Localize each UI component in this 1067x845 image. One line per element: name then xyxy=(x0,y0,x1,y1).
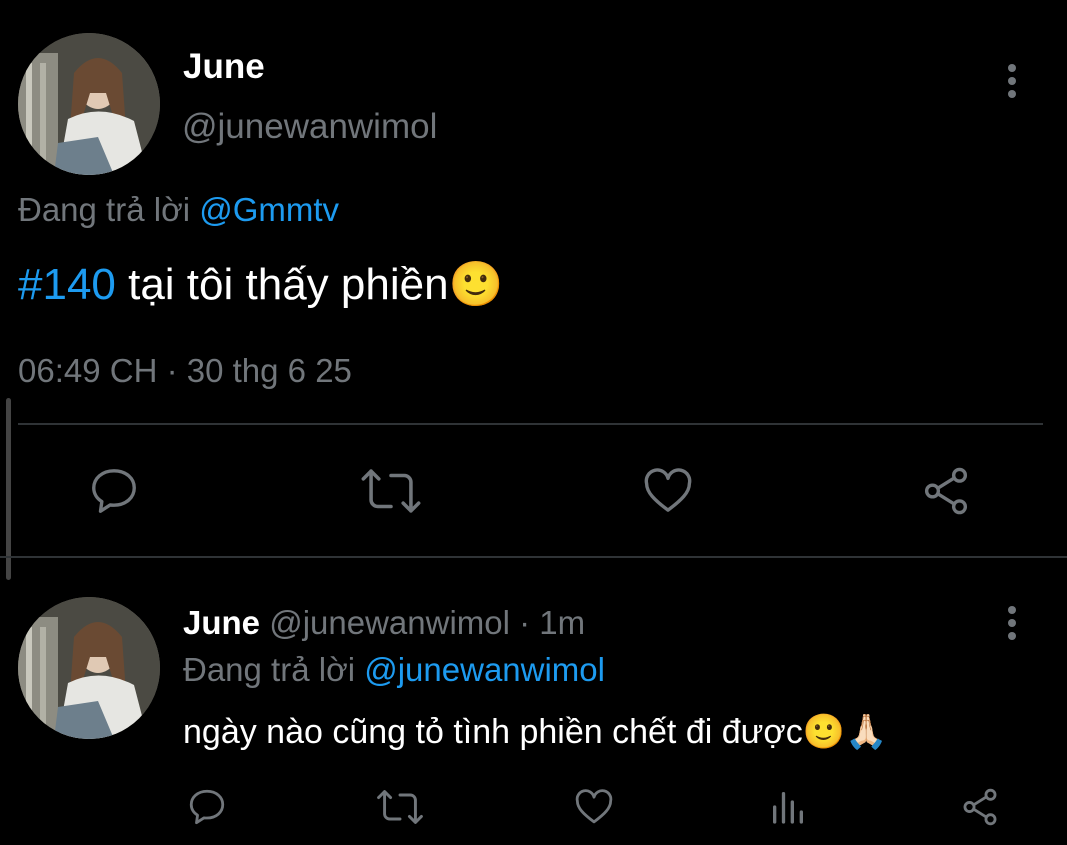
replying-to-line: Đang trả lời @junewanwimol xyxy=(183,651,605,689)
avatar[interactable] xyxy=(18,597,160,739)
divider xyxy=(18,423,1043,425)
replying-to-link[interactable]: @junewanwimol xyxy=(364,651,605,688)
heart-icon xyxy=(644,468,692,512)
replying-to-link[interactable]: @Gmmtv xyxy=(199,191,339,228)
reply-icon xyxy=(92,469,136,513)
more-vertical-icon xyxy=(1008,606,1016,640)
timestamp-separator: · xyxy=(157,352,187,389)
author-name[interactable]: June xyxy=(183,604,260,641)
analytics-icon xyxy=(773,792,803,824)
tweet-text: #140 tại tôi thấy phiền🙂 xyxy=(18,258,503,310)
share-button[interactable] xyxy=(958,786,1002,833)
tweet-date[interactable]: 30 thg 6 25 xyxy=(187,352,352,389)
retweet-button[interactable] xyxy=(360,464,422,523)
reply-button[interactable] xyxy=(186,786,228,833)
tweet-body: tại tôi thấy phiền🙂 xyxy=(115,260,504,309)
author-name[interactable]: June xyxy=(183,47,265,87)
tweet-text: ngày nào cũng tỏ tình phiền chết đi được… xyxy=(183,713,888,751)
author-handle[interactable]: @junewanwimol xyxy=(182,107,437,147)
replying-prefix: Đang trả lời xyxy=(18,191,191,228)
share-icon xyxy=(963,788,997,826)
avatar-image xyxy=(18,597,160,739)
reply-icon xyxy=(189,789,225,825)
more-options-button[interactable] xyxy=(1000,604,1024,647)
tweet-age[interactable]: 1m xyxy=(539,604,585,641)
timestamp-line: 06:49 CH · 30 thg 6 25 xyxy=(18,352,352,390)
author-handle[interactable]: @junewanwimol xyxy=(269,604,510,641)
avatar-image xyxy=(18,33,160,175)
share-button[interactable] xyxy=(918,464,974,523)
reply-button[interactable] xyxy=(87,464,141,523)
more-options-button[interactable] xyxy=(1000,62,1024,105)
more-vertical-icon xyxy=(1008,64,1016,98)
retweet-icon xyxy=(377,790,423,824)
avatar[interactable] xyxy=(18,33,160,175)
share-icon xyxy=(924,467,968,515)
like-button[interactable] xyxy=(573,786,615,833)
retweet-button[interactable] xyxy=(376,786,424,833)
replying-prefix: Đang trả lời xyxy=(183,651,356,688)
meta-separator: · xyxy=(509,604,540,641)
tweet-separator xyxy=(0,556,1067,558)
scrollbar[interactable] xyxy=(6,398,11,580)
retweet-icon xyxy=(361,469,421,513)
reply-header: June @junewanwimol · 1m xyxy=(183,604,585,642)
like-button[interactable] xyxy=(640,464,696,523)
replying-to-line: Đang trả lời @Gmmtv xyxy=(18,191,339,229)
hashtag-link[interactable]: #140 xyxy=(18,260,116,309)
heart-icon xyxy=(575,789,613,824)
analytics-button[interactable] xyxy=(768,786,808,833)
tweet-time[interactable]: 06:49 CH xyxy=(18,352,157,389)
